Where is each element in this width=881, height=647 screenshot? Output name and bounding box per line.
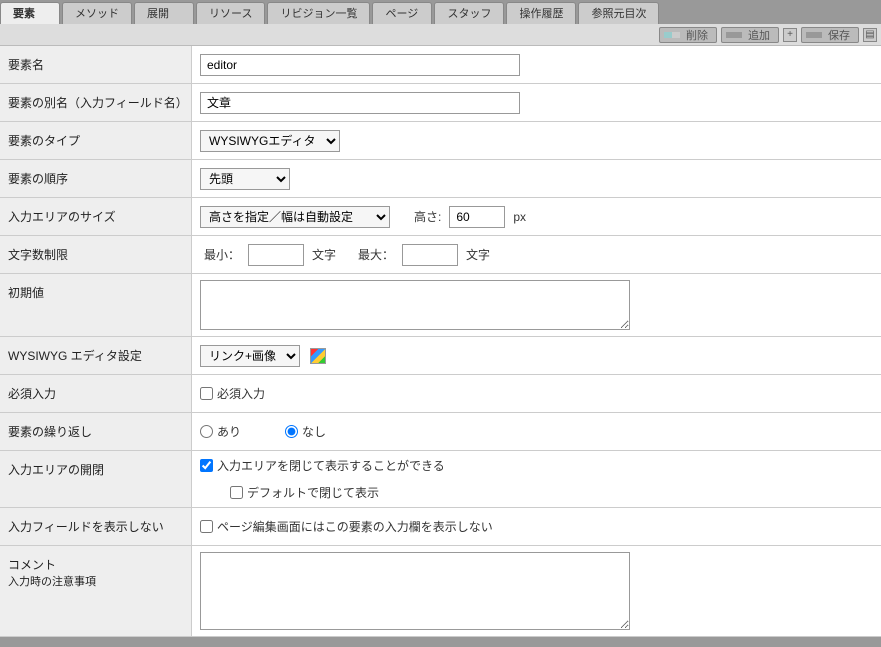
max-label: 最大： — [358, 246, 394, 263]
label-char-limit: 文字数制限 — [0, 236, 192, 273]
label-area-size: 入力エリアのサイズ — [0, 198, 192, 235]
label-collapse: 入力エリアの開閉 — [0, 451, 192, 507]
label-repeat: 要素の繰り返し — [0, 413, 192, 450]
collapse-default-checkbox[interactable]: デフォルトで閉じて表示 — [230, 484, 379, 501]
tab-4[interactable]: リビジョン一覧 — [267, 2, 370, 24]
label-name: 要素名 — [0, 46, 192, 83]
plus-icon[interactable]: + — [783, 28, 797, 42]
action-bar: 削除 追加 + 保存 ▤ — [0, 24, 881, 46]
form: 要素名 要素の別名（入力フィールド名） 要素のタイプ WYSIWYGエディタ 要… — [0, 46, 881, 637]
hide-checkbox[interactable]: ページ編集画面にはこの要素の入力欄を表示しない — [200, 518, 493, 535]
height-label: 高さ: — [414, 208, 441, 225]
tab-1[interactable]: メソッド — [62, 2, 132, 24]
add-button[interactable]: 追加 — [721, 27, 779, 43]
disk-icon[interactable]: ▤ — [863, 28, 877, 42]
alias-input[interactable] — [200, 92, 520, 114]
tab-8[interactable]: 参照元目次 — [578, 2, 659, 24]
label-order: 要素の順序 — [0, 160, 192, 197]
label-wysiwyg: WYSIWYG エディタ設定 — [0, 337, 192, 374]
name-input[interactable] — [200, 54, 520, 76]
min-input[interactable] — [248, 244, 304, 266]
label-required: 必須入力 — [0, 375, 192, 412]
type-select[interactable]: WYSIWYGエディタ — [200, 130, 340, 152]
palette-icon[interactable] — [310, 348, 326, 364]
size-mode-select[interactable]: 高さを指定／幅は自動設定 — [200, 206, 390, 228]
min-unit: 文字 — [312, 246, 336, 263]
save-button[interactable]: 保存 — [801, 27, 859, 43]
repeat-no-radio[interactable]: なし — [285, 423, 326, 440]
tab-0[interactable]: 要素 — [0, 2, 60, 24]
comment-textarea[interactable] — [200, 552, 630, 630]
tab-7[interactable]: 操作履歴 — [506, 2, 576, 24]
max-input[interactable] — [402, 244, 458, 266]
label-comment: コメント 入力時の注意事項 — [0, 546, 192, 636]
tab-2[interactable]: 展開 — [134, 2, 194, 24]
label-type: 要素のタイプ — [0, 122, 192, 159]
wysiwyg-select[interactable]: リンク+画像 — [200, 345, 300, 367]
required-checkbox[interactable]: 必須入力 — [200, 385, 265, 402]
delete-button[interactable]: 削除 — [659, 27, 717, 43]
tab-3[interactable]: リソース — [196, 2, 265, 24]
tab-5[interactable]: ページ — [372, 2, 432, 24]
order-select[interactable]: 先頭 — [200, 168, 290, 190]
repeat-yes-radio[interactable]: あり — [200, 423, 241, 440]
height-input[interactable] — [449, 206, 505, 228]
tab-6[interactable]: スタッフ — [434, 2, 504, 24]
label-alias: 要素の別名（入力フィールド名） — [0, 84, 192, 121]
height-unit: px — [513, 210, 526, 224]
tab-bar: 要素メソッド展開リソースリビジョン一覧ページスタッフ操作履歴参照元目次 — [0, 0, 881, 24]
initial-textarea[interactable] — [200, 280, 630, 330]
max-unit: 文字 — [466, 246, 490, 263]
collapse-checkbox[interactable]: 入力エリアを閉じて表示することができる — [200, 457, 445, 474]
label-initial: 初期値 — [0, 274, 192, 336]
min-label: 最小： — [204, 246, 240, 263]
footer-bar — [0, 637, 881, 647]
label-hide-field: 入力フィールドを表示しない — [0, 508, 192, 545]
